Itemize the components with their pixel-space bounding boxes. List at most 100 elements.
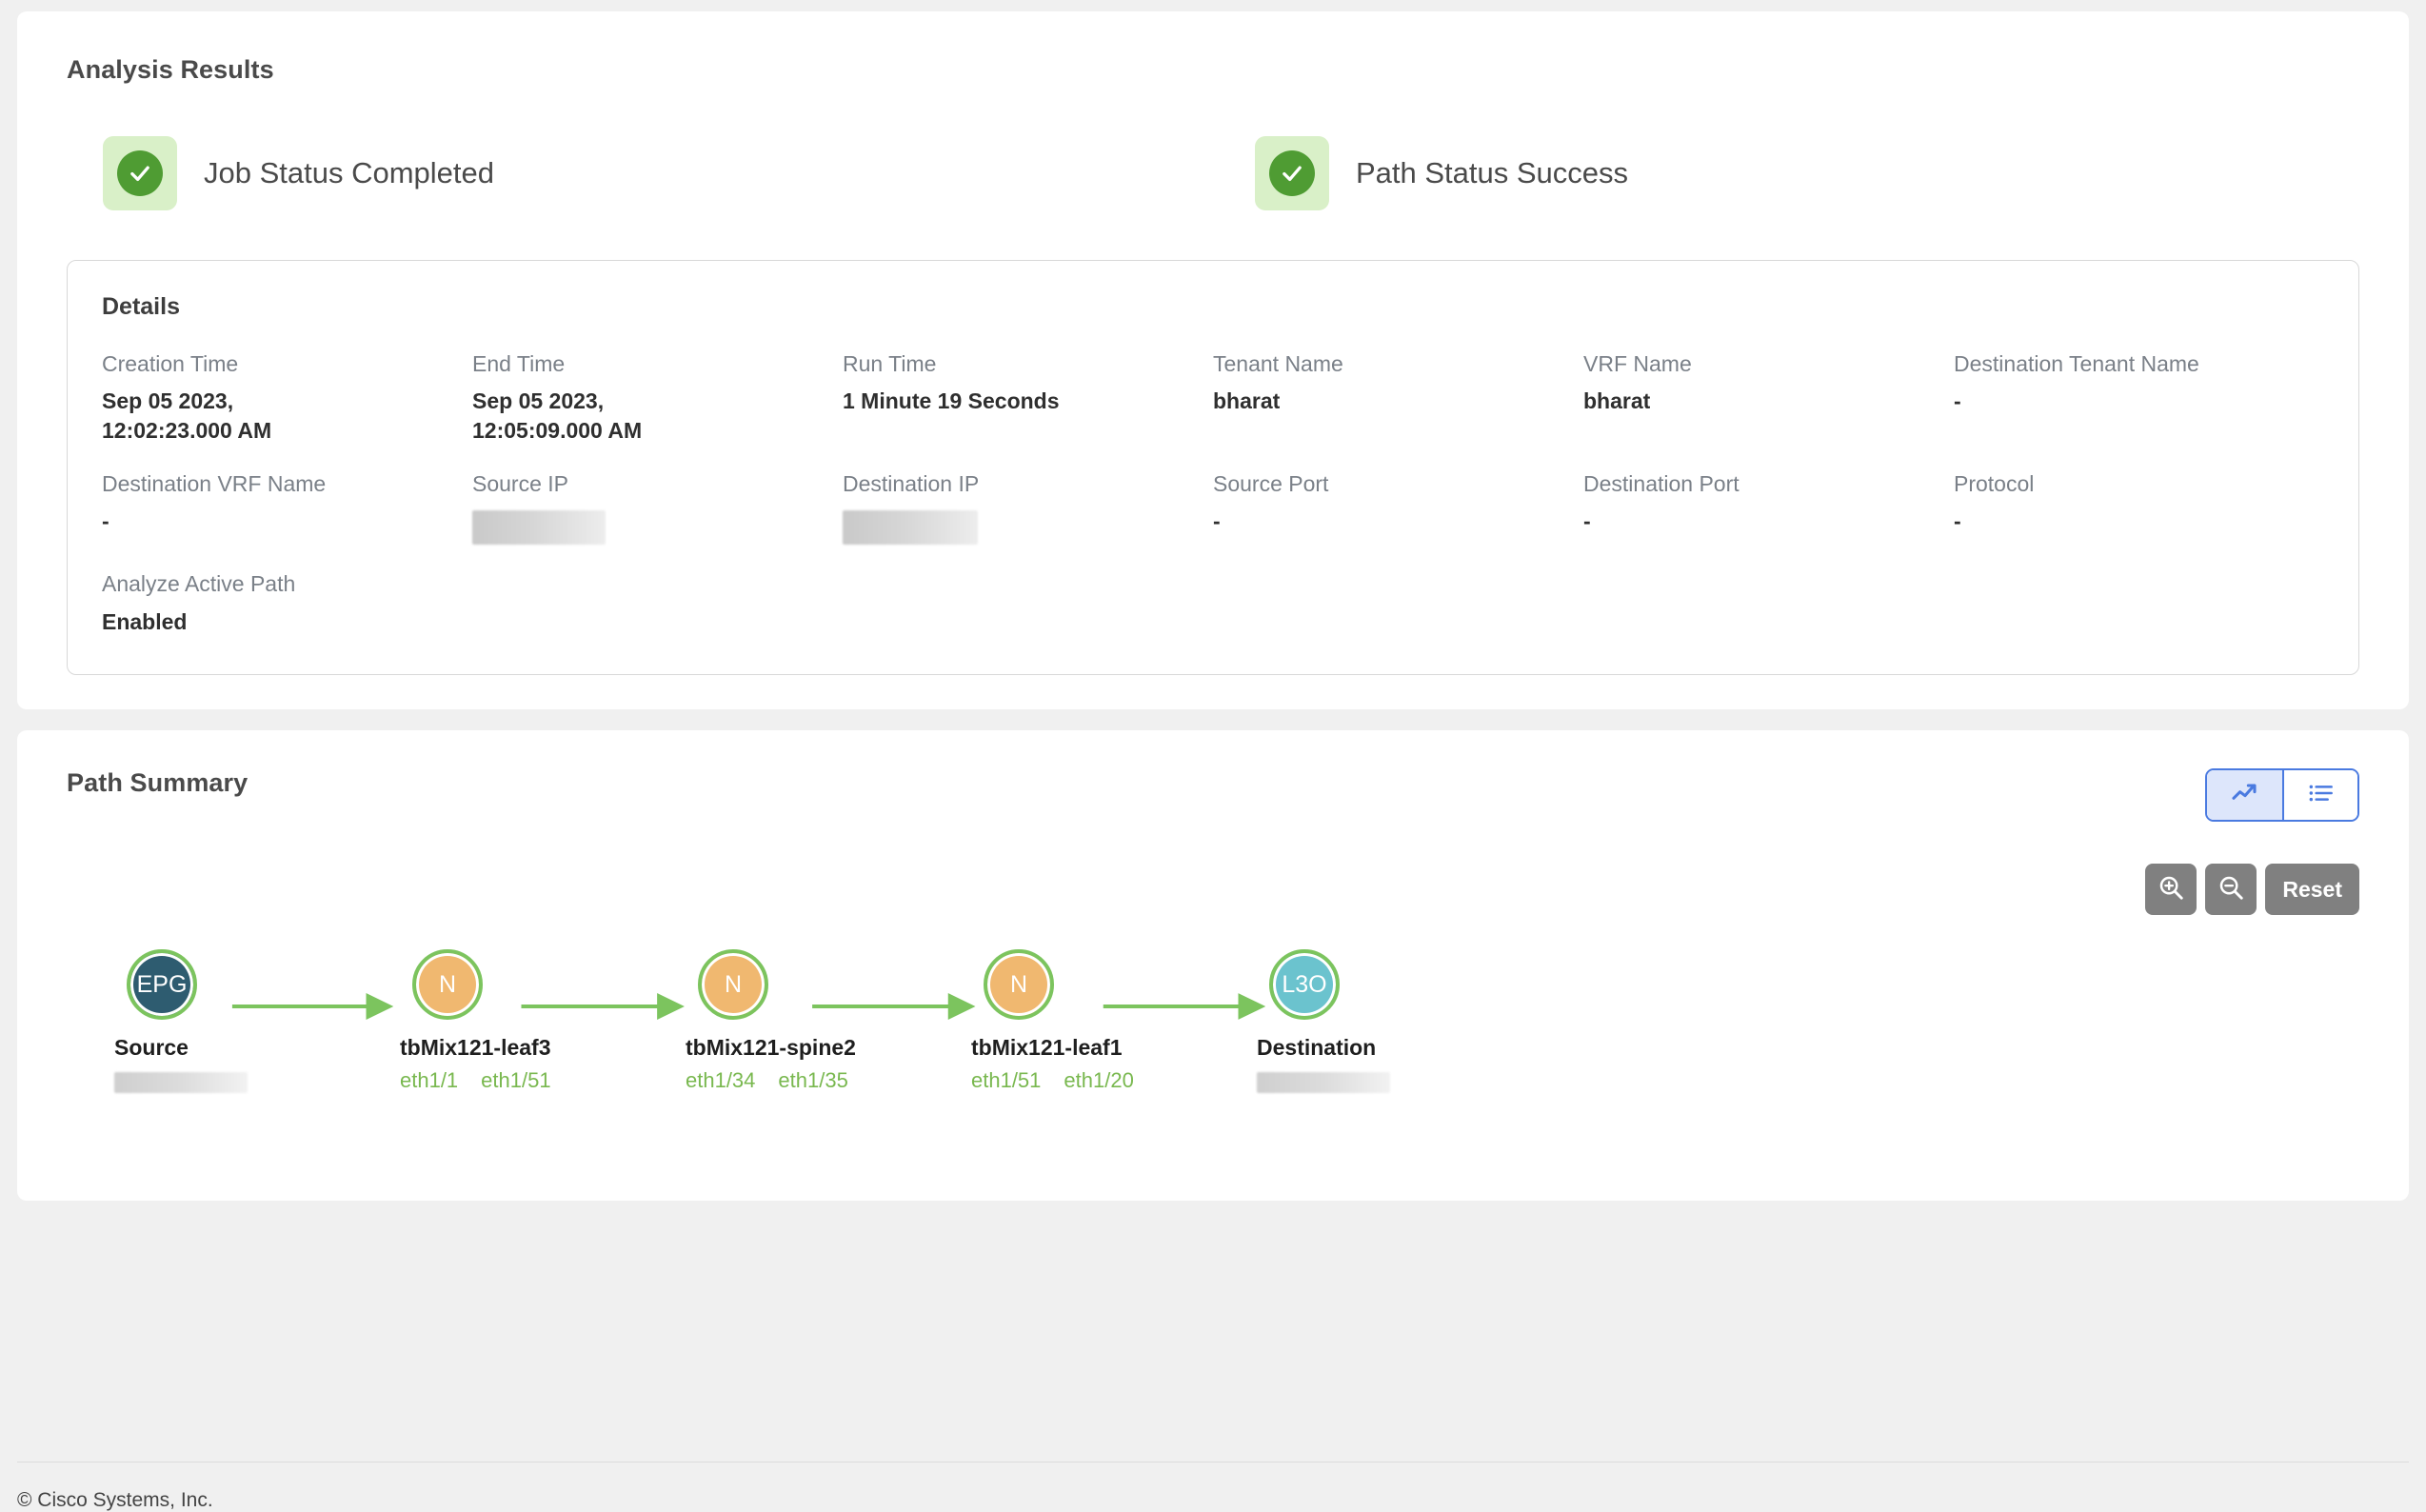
detail-field-value: -: [1583, 508, 1591, 534]
job-status-label: Job Status Completed: [204, 156, 495, 189]
topology-node[interactable]: L3O Destination: [1257, 949, 1476, 1094]
detail-field: End Time Sep 05 2023, 12:05:09.000 AM: [472, 349, 843, 445]
node-interface: eth1/1: [400, 1068, 459, 1093]
details-heading: Details: [102, 293, 180, 320]
redacted-value: [472, 510, 606, 546]
detail-field-value: Sep 05 2023, 12:05:09.000 AM: [472, 388, 643, 443]
status-row: Job Status Completed Path Status Success: [67, 136, 2359, 210]
node-badge-n[interactable]: N: [984, 949, 1054, 1021]
node-interfaces: eth1/51 eth1/20: [971, 1068, 1134, 1093]
detail-field-label: End Time: [472, 351, 566, 376]
node-circle-holder: EPG: [114, 949, 209, 1021]
topology-nodes: EPG Source NtbMix121-leaf3 eth1/1 eth1/51 Ntb…: [67, 949, 2359, 1159]
detail-field-value: -: [1954, 388, 1961, 414]
detail-field-label: Creation Time: [102, 351, 239, 376]
node-badge-l3o[interactable]: L3O: [1269, 949, 1340, 1021]
path-topology-diagram[interactable]: EPG Source NtbMix121-leaf3 eth1/1 eth1/51 Ntb…: [67, 949, 2359, 1159]
detail-field-value: bharat: [1583, 388, 1651, 414]
detail-field-label: Tenant Name: [1213, 351, 1343, 376]
node-name: Destination: [1257, 1035, 1377, 1061]
detail-field: Analyze Active Path Enabled: [102, 569, 472, 636]
check-circle-icon: [117, 150, 163, 196]
path-status-label: Path Status Success: [1356, 156, 1629, 189]
zoom-in-button[interactable]: [2145, 864, 2197, 916]
page-footer: © Cisco Systems, Inc.: [17, 1462, 2409, 1512]
detail-field-label: Run Time: [843, 351, 937, 376]
detail-field-label: Protocol: [1954, 471, 2035, 497]
node-circle-holder: L3O: [1257, 949, 1352, 1021]
detail-field: Source Port -: [1213, 469, 1583, 545]
trend-chart-icon: [2230, 778, 2260, 813]
node-name: Source: [114, 1035, 189, 1061]
detail-field-label: VRF Name: [1583, 351, 1692, 376]
job-status-badge: [103, 136, 177, 210]
analysis-results-page: Analysis Results Job Status Completed Pa…: [0, 0, 2426, 1512]
footer-spacer: [0, 1201, 2426, 1462]
list-icon: [2306, 778, 2337, 813]
detail-field-label: Destination Tenant Name: [1954, 351, 2199, 376]
analysis-results-card: Analysis Results Job Status Completed Pa…: [17, 11, 2409, 710]
topology-node[interactable]: NtbMix121-leaf3 eth1/1 eth1/51: [400, 949, 619, 1093]
zoom-out-button[interactable]: [2205, 864, 2257, 916]
detail-field-value: -: [1213, 508, 1221, 534]
node-interface: eth1/20: [1064, 1068, 1134, 1093]
zoom-out-icon: [2217, 873, 2245, 906]
path-summary-title: Path Summary: [67, 768, 249, 798]
redacted-node-value: [1257, 1072, 1390, 1094]
view-toggle-group[interactable]: [2205, 768, 2359, 823]
detail-field-value: Sep 05 2023, 12:02:23.000 AM: [102, 388, 272, 443]
detail-field-value: -: [102, 508, 109, 534]
node-interface: eth1/35: [778, 1068, 848, 1093]
node-circle-holder: N: [400, 949, 495, 1021]
node-interfaces: eth1/1 eth1/51: [400, 1068, 551, 1093]
detail-field: Destination Port -: [1583, 469, 1954, 545]
topology-node[interactable]: NtbMix121-leaf1 eth1/51 eth1/20: [971, 949, 1190, 1093]
detail-field: Destination IP: [843, 469, 1213, 546]
job-status-item: Job Status Completed: [103, 136, 1255, 210]
check-circle-icon: [1269, 150, 1315, 196]
node-interface: eth1/51: [971, 1068, 1042, 1093]
topology-zoom-controls: Reset: [67, 864, 2359, 916]
detail-field: Run Time 1 Minute 19 Seconds: [843, 349, 1213, 445]
redacted-value: [843, 510, 978, 546]
node-name: tbMix121-spine2: [686, 1035, 856, 1061]
detail-field: Destination Tenant Name -: [1954, 349, 2324, 445]
path-summary-header: Path Summary: [67, 768, 2359, 823]
node-interface: eth1/51: [481, 1068, 551, 1093]
details-panel: Details Creation Time Sep 05 2023, 12:02:…: [67, 260, 2359, 676]
detail-field-value: Enabled: [102, 608, 188, 634]
tab-list-view[interactable]: [2282, 770, 2357, 821]
redacted-node-value: [114, 1072, 248, 1094]
node-circle-holder: N: [686, 949, 781, 1021]
path-status-badge: [1255, 136, 1329, 210]
copyright-text: © Cisco Systems, Inc.: [17, 1489, 213, 1511]
node-name: tbMix121-leaf3: [400, 1035, 551, 1061]
path-status-item: Path Status Success: [1255, 136, 1628, 210]
node-interfaces: eth1/34 eth1/35: [686, 1068, 848, 1093]
detail-field-value: bharat: [1213, 388, 1281, 414]
node-name: tbMix121-leaf1: [971, 1035, 1123, 1061]
detail-field-value: 1 Minute 19 Seconds: [843, 388, 1060, 414]
detail-field: Tenant Name bharat: [1213, 349, 1583, 445]
detail-field-value: -: [1954, 508, 1961, 534]
details-grid: Creation Time Sep 05 2023, 12:02:23.000 A…: [102, 349, 2324, 636]
page-title: Analysis Results: [67, 55, 274, 84]
node-circle-holder: N: [971, 949, 1066, 1021]
topology-node[interactable]: NtbMix121-spine2 eth1/34 eth1/35: [686, 949, 905, 1093]
detail-field-label: Destination IP: [843, 471, 980, 497]
zoom-in-icon: [2157, 873, 2185, 906]
reset-button[interactable]: Reset: [2265, 864, 2359, 916]
node-badge-n[interactable]: N: [412, 949, 483, 1021]
path-summary-card: Path Summary Reset EPG Source N tbMix121…: [17, 730, 2409, 1202]
tab-topology-view[interactable]: [2207, 770, 2282, 821]
node-badge-epg[interactable]: EPG: [127, 949, 197, 1021]
detail-field-label: Destination Port: [1583, 471, 1740, 497]
detail-field-label: Source IP: [472, 471, 568, 497]
detail-field: Protocol -: [1954, 469, 2324, 545]
topology-node[interactable]: EPG Source: [114, 949, 333, 1094]
detail-field-label: Source Port: [1213, 471, 1329, 497]
detail-field-label: Destination VRF Name: [102, 471, 327, 497]
node-badge-n[interactable]: N: [698, 949, 768, 1021]
detail-field-label: Analyze Active Path: [102, 571, 296, 597]
detail-field: Source IP: [472, 469, 843, 546]
